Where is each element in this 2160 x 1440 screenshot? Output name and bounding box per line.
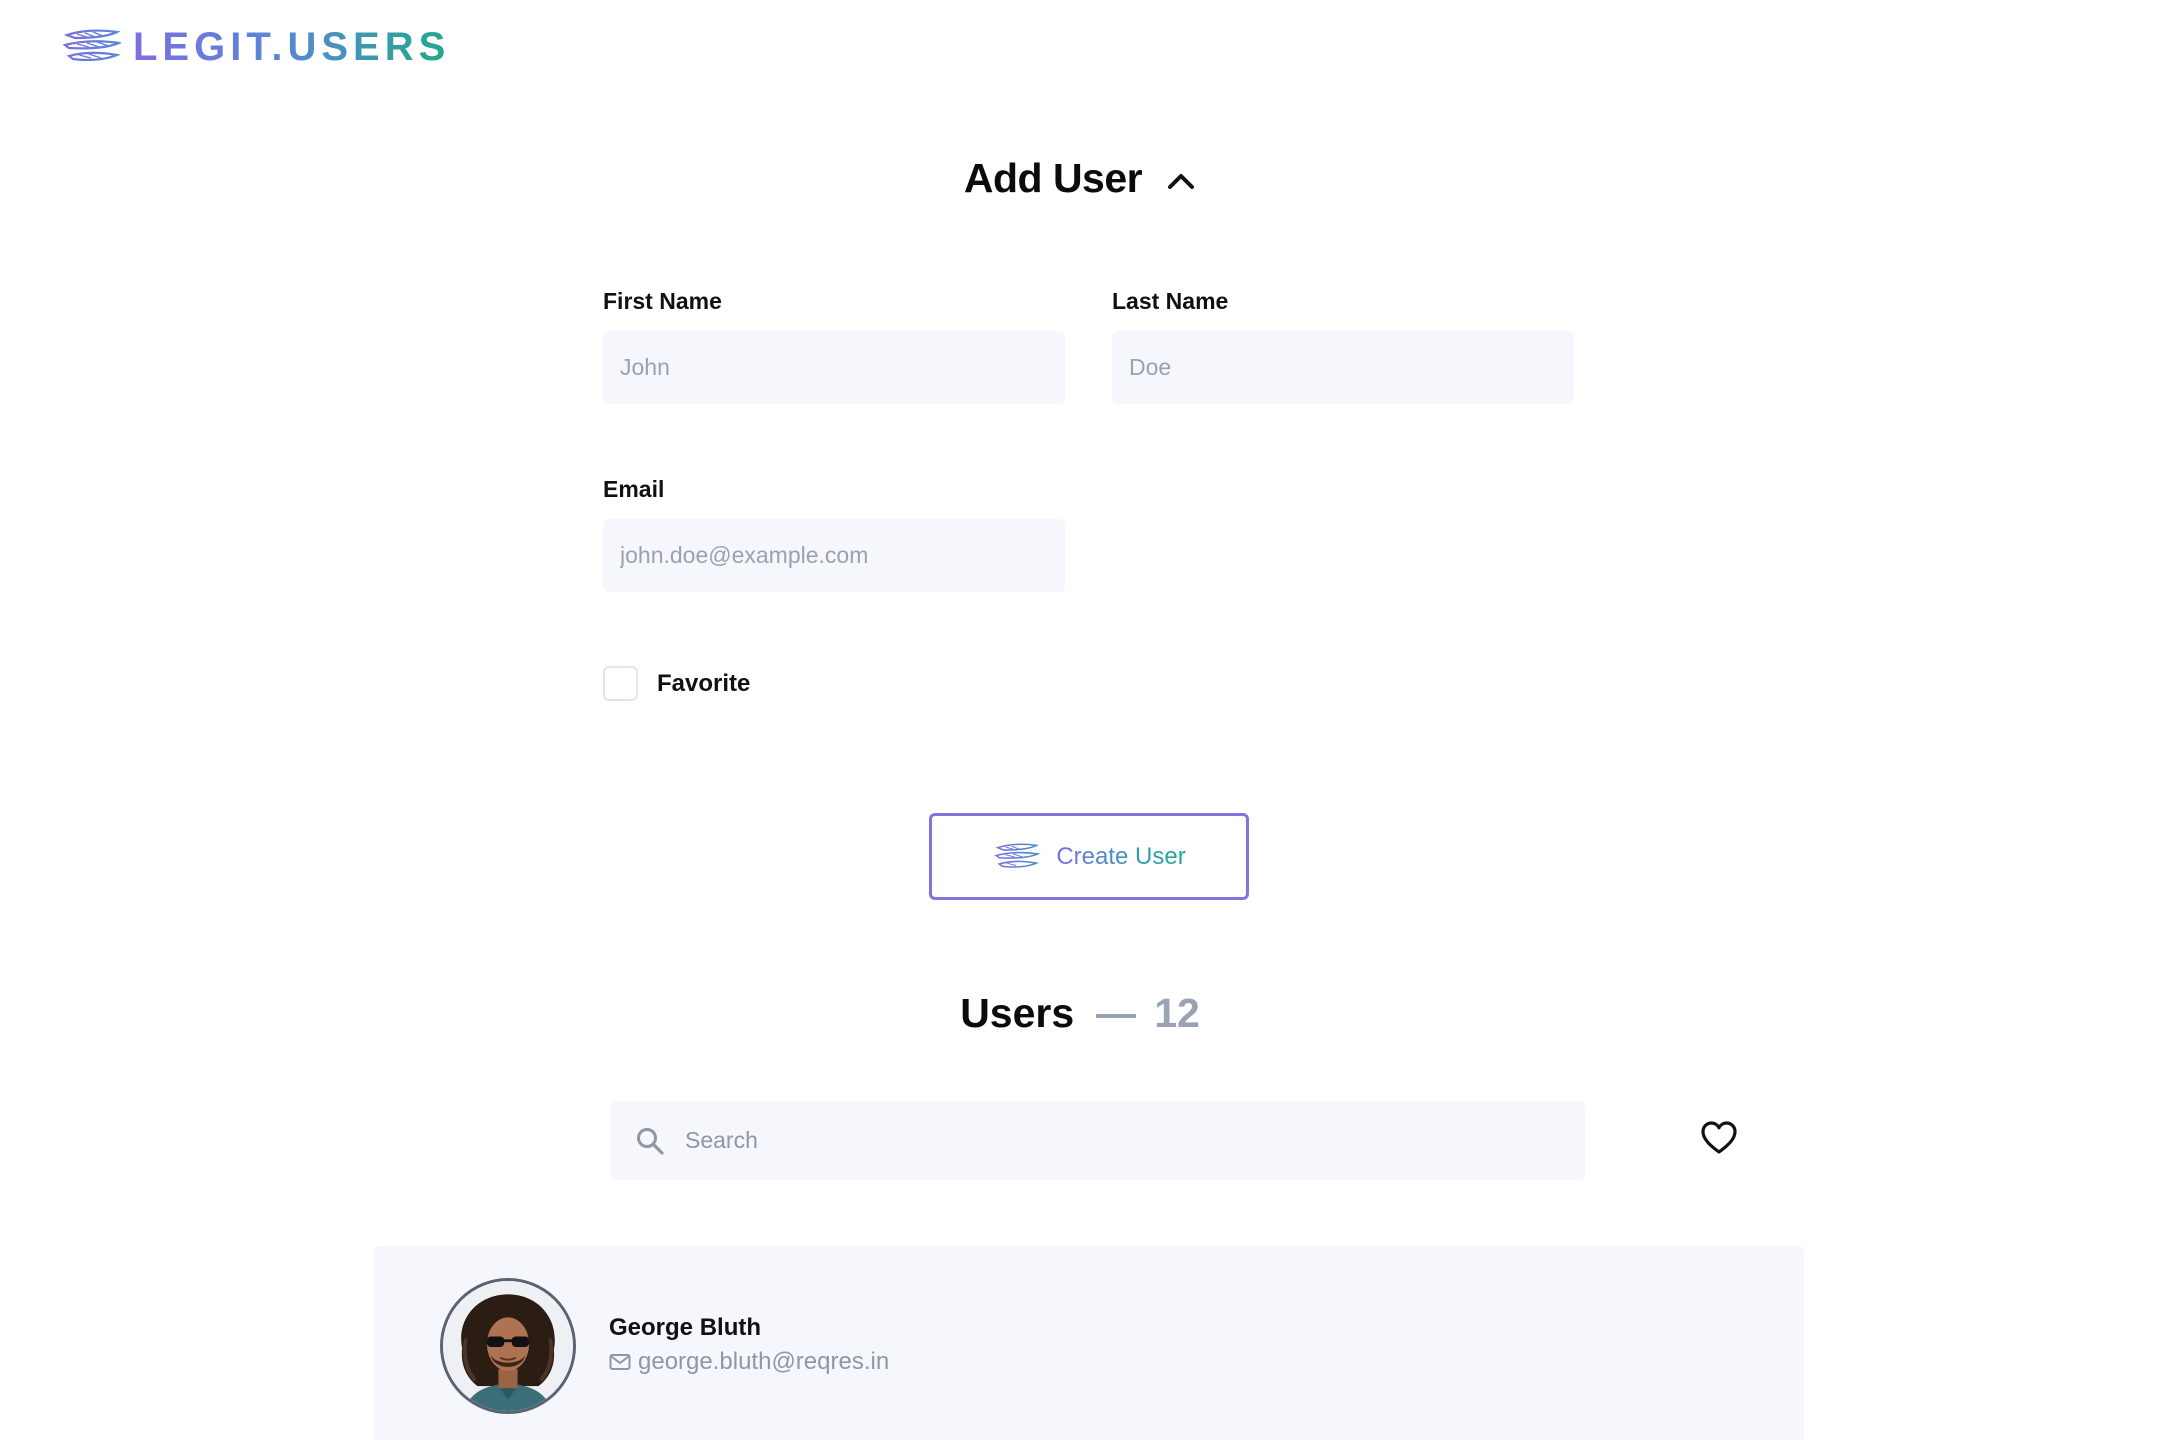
user-email-row: george.bluth@reqres.in [609,1348,889,1376]
add-user-header[interactable]: Add User [0,155,2160,202]
last-name-label: Last Name [1112,288,1229,314]
avatar-image [443,1281,573,1411]
last-name-field-group: Last Name [1112,288,1574,404]
logo-text: LEGIT.USERS [133,24,451,69]
first-name-input[interactable] [603,331,1065,404]
first-name-label: First Name [603,288,722,314]
search-input[interactable] [685,1101,1585,1180]
create-user-button[interactable]: Create User [929,813,1249,900]
user-name: George Bluth [609,1314,762,1341]
heart-icon[interactable] [1699,1118,1739,1158]
search-icon [637,1127,664,1155]
logo-mark-icon [63,29,121,62]
email-input[interactable] [603,519,1065,592]
email-field-group: Email [603,476,1065,592]
users-header: Users 12 [0,990,2160,1037]
last-name-input[interactable] [1112,331,1574,404]
email-label: Email [603,476,665,502]
mail-icon [609,1354,631,1370]
app-page: LEGIT.USERS Add User First Name Last Nam… [0,0,2160,1440]
favorite-checkbox[interactable] [603,666,638,701]
avatar [440,1278,576,1414]
users-title: Users [960,990,1075,1036]
chevron-up-icon[interactable] [1166,170,1196,192]
favorite-option[interactable]: Favorite [603,666,750,701]
create-user-label: Create User [1056,842,1186,870]
user-card[interactable]: George Bluth george.bluth@reqres.in [374,1246,1804,1440]
users-count: 12 [1154,990,1200,1036]
add-user-title: Add User [963,155,1143,201]
logo-mark-icon [994,843,1042,868]
favorite-label: Favorite [657,669,751,697]
search-bar[interactable] [611,1101,1585,1180]
first-name-field-group: First Name [603,288,1065,404]
app-logo[interactable]: LEGIT.USERS [63,22,450,72]
users-divider [1096,1013,1137,1018]
user-email: george.bluth@reqres.in [638,1348,890,1375]
